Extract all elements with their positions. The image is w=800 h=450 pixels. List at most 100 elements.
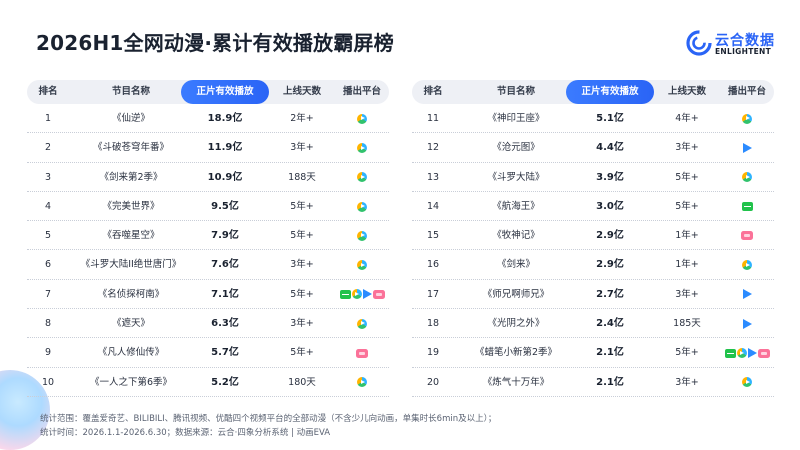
platform-icons <box>335 192 389 221</box>
name-cell: 《一人之下第6季》 <box>89 376 173 388</box>
table-row: 1 《仙逆》 18.9亿 2年+ <box>27 104 389 134</box>
name-cell: 《牧神记》 <box>492 230 540 242</box>
table-row: 6 《斗罗大陆II绝世唐门》 7.6亿 3年+ <box>27 250 389 280</box>
days-cell: 1年+ <box>675 259 699 271</box>
enlightent-logo: 云合数据 ENLIGHTENT <box>686 30 774 58</box>
rank-cell: 10 <box>41 376 55 388</box>
ranking-page: 2026H1全网动漫·累计有效播放霸屏榜 云合数据 ENLIGHTENT 排名 … <box>0 0 800 450</box>
platform-cell <box>335 221 389 250</box>
tencent-video-icon <box>742 172 752 183</box>
platform-icons <box>720 104 774 133</box>
platform-icons <box>720 338 774 367</box>
days-cell: 5年+ <box>675 347 699 359</box>
platform-icons <box>720 133 774 162</box>
name-cell: 《炼气十万年》 <box>482 376 550 388</box>
rank-cell: 4 <box>44 200 52 212</box>
play-value-cell: 7.6亿 <box>211 259 239 271</box>
table-row: 11 《神印王座》 5.1亿 4年+ <box>412 104 774 134</box>
table-row: 12 《沧元图》 4.4亿 3年+ <box>412 133 774 163</box>
footer-time-source: 统计时间：2026.1.1-2026.6.30；数据来源：云合·四象分析系统 |… <box>40 427 331 438</box>
platform-icons <box>720 192 774 221</box>
name-cell: 《完美世界》 <box>102 200 160 212</box>
youku-icon <box>742 142 752 153</box>
youku-icon <box>362 289 372 300</box>
play-value-cell: 6.3亿 <box>211 318 239 330</box>
ranking-table-left: 排名 节目名称 正片有效播放 上线天数 播出平台 1 《仙逆》 18.9亿 2年+ 2 《… <box>27 80 389 397</box>
header-platform: 播出平台 <box>727 86 766 97</box>
header-play: 正片有效播放 <box>181 80 269 104</box>
rank-cell: 2 <box>44 142 52 154</box>
name-cell: 《师兄啊师兄》 <box>482 288 550 300</box>
tencent-video-icon <box>357 201 367 212</box>
tencent-video-icon <box>357 172 367 183</box>
name-cell: 《仙逆》 <box>111 113 150 124</box>
days-cell: 3年+ <box>675 376 699 388</box>
name-cell: 《遮天》 <box>111 318 150 330</box>
name-cell: 《名侦探柯南》 <box>97 288 165 300</box>
logo-en-text: ENLIGHTENT <box>715 47 772 56</box>
play-value-cell: 7.1亿 <box>211 288 239 300</box>
header-platform: 播出平台 <box>342 86 381 97</box>
platform-cell <box>335 104 389 133</box>
days-cell: 3年+ <box>290 142 314 154</box>
platform-icons <box>335 104 389 133</box>
play-value-cell: 5.2亿 <box>211 376 239 388</box>
ranking-table-right: 排名 节目名称 正片有效播放 上线天数 播出平台 11 《神印王座》 5.1亿 4年+… <box>412 80 774 397</box>
name-cell: 《沧元图》 <box>492 142 540 154</box>
platform-icons <box>335 338 389 367</box>
platform-icons <box>720 280 774 309</box>
platform-cell <box>720 280 774 309</box>
rank-cell: 13 <box>426 171 440 183</box>
play-value-cell: 3.9亿 <box>596 171 624 183</box>
platform-cell <box>720 221 774 250</box>
table-body: 1 《仙逆》 18.9亿 2年+ 2 《斗破苍穹年番》 11.9亿 3年+ 3 《剑来第2季》 10… <box>27 104 389 397</box>
bilibili-icon <box>741 231 753 241</box>
rank-cell: 20 <box>426 376 440 388</box>
platform-icons <box>335 309 389 338</box>
days-cell: 4年+ <box>675 113 699 124</box>
table-row: 18 《光阴之外》 2.4亿 185天 <box>412 309 774 339</box>
platform-icons <box>335 221 389 250</box>
platform-cell <box>335 309 389 338</box>
rank-cell: 3 <box>44 171 52 183</box>
tencent-video-icon <box>357 377 367 388</box>
table-row: 5 《吞噬星空》 7.9亿 5年+ <box>27 221 389 251</box>
platform-cell <box>335 133 389 162</box>
days-cell: 1年+ <box>675 230 699 242</box>
table-row: 9 《凡人修仙传》 5.7亿 5年+ <box>27 338 389 368</box>
days-cell: 3年+ <box>675 142 699 154</box>
days-cell: 5年+ <box>675 200 699 212</box>
name-cell: 《斗破苍穹年番》 <box>92 142 169 154</box>
platform-cell <box>335 192 389 221</box>
platform-icons <box>335 280 389 309</box>
rank-cell: 7 <box>44 288 52 300</box>
header-rank: 排名 <box>38 86 58 97</box>
platform-icons <box>720 309 774 338</box>
name-cell: 《斗罗大陆》 <box>487 171 545 183</box>
platform-cell <box>335 338 389 367</box>
page-title: 2026H1全网动漫·累计有效播放霸屏榜 <box>36 31 394 55</box>
tencent-video-icon <box>742 260 752 271</box>
table-row: 3 《剑来第2季》 10.9亿 188天 <box>27 163 389 192</box>
platform-cell <box>720 163 774 192</box>
name-cell: 《剑来》 <box>496 259 535 271</box>
days-cell: 180天 <box>288 376 316 388</box>
header-days: 上线天数 <box>667 86 706 97</box>
play-value-cell: 9.5亿 <box>211 200 239 212</box>
play-value-cell: 2.9亿 <box>596 230 624 242</box>
rank-cell: 17 <box>426 288 440 300</box>
rank-cell: 1 <box>44 113 52 124</box>
tencent-video-icon <box>742 377 752 388</box>
tencent-video-icon <box>736 348 747 359</box>
iqiyi-icon <box>724 348 736 358</box>
platform-cell <box>720 309 774 338</box>
days-cell: 5年+ <box>290 288 314 300</box>
header-name: 节目名称 <box>496 86 535 97</box>
platform-cell <box>720 338 774 367</box>
tencent-video-icon <box>742 113 752 124</box>
table-row: 8 《遮天》 6.3亿 3年+ <box>27 309 389 339</box>
platform-icons <box>720 163 774 192</box>
play-value-cell: 5.1亿 <box>596 113 624 124</box>
table-row: 15 《牧神记》 2.9亿 1年+ <box>412 221 774 251</box>
play-value-cell: 2.9亿 <box>596 259 624 271</box>
